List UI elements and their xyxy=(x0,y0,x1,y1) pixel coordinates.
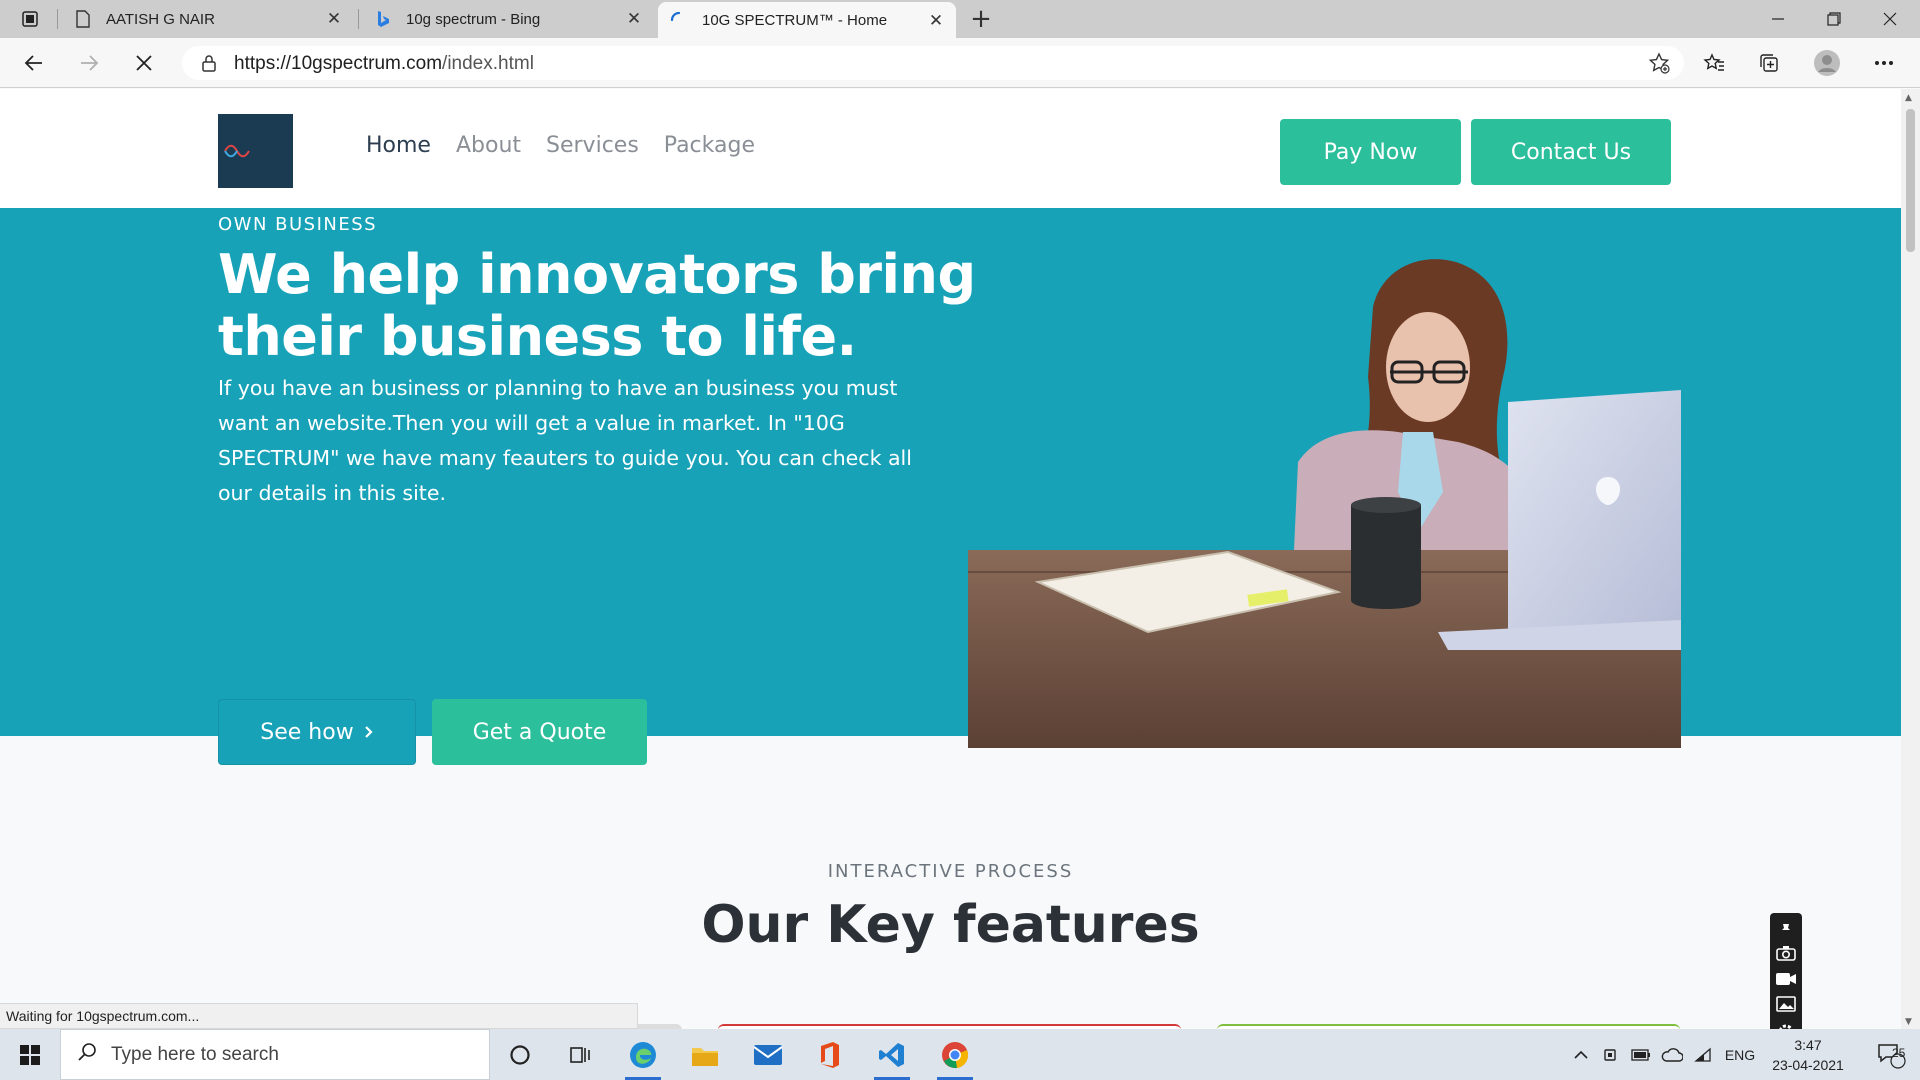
browser-toolbar: https://10gspectrum.com/index.html xyxy=(0,38,1920,88)
tab-aatish[interactable]: AATISH G NAIR ✕ xyxy=(62,0,354,38)
lock-icon[interactable] xyxy=(200,54,218,72)
windows-start-icon[interactable] xyxy=(0,1029,60,1080)
nav-package[interactable]: Package xyxy=(664,133,755,158)
onedrive-cloud-icon[interactable] xyxy=(1657,1029,1687,1080)
profile-avatar-icon[interactable] xyxy=(1811,47,1843,79)
page-scrollbar[interactable]: ▲ ▼ xyxy=(1901,89,1920,1029)
see-how-label: See how xyxy=(260,719,354,745)
address-bar[interactable]: https://10gspectrum.com/index.html xyxy=(182,46,1684,80)
nav-about[interactable]: About xyxy=(456,133,521,158)
battery-icon[interactable] xyxy=(1627,1029,1655,1080)
main-nav: Home About Services Package xyxy=(366,133,755,158)
tab-actions-icon[interactable] xyxy=(12,7,48,31)
clock-time: 3:47 xyxy=(1794,1037,1822,1053)
tab-10g-spectrum[interactable]: 10G SPECTRUM™ - Home ✕ xyxy=(658,2,956,38)
edge-browser-icon[interactable] xyxy=(613,1029,673,1080)
stop-loading-icon[interactable] xyxy=(128,47,160,79)
browser-tab-bar: AATISH G NAIR ✕ 10g spectrum - Bing ✕ 10… xyxy=(0,0,1920,38)
tab-title: AATISH G NAIR xyxy=(106,10,215,28)
collections-icon[interactable] xyxy=(1753,47,1785,79)
tab-bing[interactable]: 10g spectrum - Bing ✕ xyxy=(362,0,654,38)
video-icon[interactable] xyxy=(1775,971,1797,990)
close-window-icon[interactable] xyxy=(1862,0,1918,38)
gallery-icon[interactable] xyxy=(1776,996,1796,1016)
notification-count: 25 xyxy=(1892,1046,1906,1060)
scrollbar-thumb[interactable] xyxy=(1906,109,1915,252)
hero-eyebrow: OWN BUSINESS xyxy=(218,214,378,235)
favorites-icon[interactable] xyxy=(1698,47,1730,79)
restore-icon[interactable] xyxy=(1806,0,1862,38)
url-text: https://10gspectrum.com/index.html xyxy=(234,53,534,75)
features-eyebrow: INTERACTIVE PROCESS xyxy=(827,861,1074,882)
add-favorite-icon[interactable] xyxy=(1648,52,1670,74)
language-indicator[interactable]: ENG xyxy=(1720,1029,1760,1080)
action-center-icon[interactable]: 25 xyxy=(1862,1029,1920,1080)
pay-now-button[interactable]: Pay Now xyxy=(1280,119,1461,185)
system-clock[interactable]: 3:47 23-04-2021 xyxy=(1768,1035,1848,1075)
office-icon[interactable] xyxy=(800,1029,860,1080)
site-header: Home About Services Package Pay Now Cont… xyxy=(0,89,1901,208)
bing-icon xyxy=(374,10,392,28)
settings-more-icon[interactable] xyxy=(1868,47,1900,79)
pin-icon[interactable] xyxy=(1780,920,1792,939)
tab-separator xyxy=(57,9,58,29)
close-icon[interactable]: ✕ xyxy=(926,11,946,31)
hero-description: If you have an business or planning to h… xyxy=(218,376,912,505)
close-icon[interactable]: ✕ xyxy=(324,9,344,29)
show-hidden-icons-icon[interactable] xyxy=(1567,1029,1595,1080)
vscode-icon[interactable] xyxy=(862,1029,922,1080)
tab-title: 10G SPECTRUM™ - Home xyxy=(702,11,888,29)
forward-icon[interactable] xyxy=(73,47,105,79)
hero-image xyxy=(968,259,1681,748)
url-host: https://10gspectrum.com xyxy=(234,53,443,74)
file-explorer-icon[interactable] xyxy=(675,1029,735,1080)
contact-us-button[interactable]: Contact Us xyxy=(1471,119,1671,185)
windows-taskbar: Type here to search ENG 3:47 23-04-2021 xyxy=(0,1029,1920,1080)
mail-icon[interactable] xyxy=(738,1029,798,1080)
hero-title: We help innovators bring their business … xyxy=(218,243,976,368)
see-how-button[interactable]: See how xyxy=(218,699,416,765)
nav-services[interactable]: Services xyxy=(546,133,639,158)
features-title: Our Key features xyxy=(701,895,1200,955)
back-icon[interactable] xyxy=(18,47,50,79)
chevron-right-icon xyxy=(364,720,374,745)
close-icon[interactable]: ✕ xyxy=(624,9,644,29)
page-viewport: Home About Services Package Pay Now Cont… xyxy=(0,89,1901,1029)
get-quote-button[interactable]: Get a Quote xyxy=(432,699,647,765)
clock-date: 23-04-2021 xyxy=(1772,1057,1844,1073)
chrome-icon[interactable] xyxy=(925,1029,985,1080)
meet-now-icon[interactable] xyxy=(1597,1029,1625,1080)
scroll-up-icon[interactable]: ▲ xyxy=(1905,93,1912,103)
cortana-icon[interactable] xyxy=(490,1029,550,1080)
search-icon xyxy=(77,1042,97,1068)
browser-status-bubble: Waiting for 10gspectrum.com... xyxy=(0,1003,638,1029)
page-icon xyxy=(74,10,92,28)
tab-separator xyxy=(358,9,359,29)
taskbar-search-box[interactable]: Type here to search xyxy=(60,1029,490,1080)
site-logo[interactable] xyxy=(218,114,293,188)
tab-title: 10g spectrum - Bing xyxy=(406,10,541,28)
minimize-icon[interactable] xyxy=(1750,0,1806,38)
new-tab-icon[interactable]: + xyxy=(966,4,996,34)
taskbar-search-placeholder: Type here to search xyxy=(111,1043,279,1065)
task-view-icon[interactable] xyxy=(550,1029,610,1080)
camera-icon[interactable] xyxy=(1776,945,1796,965)
scroll-down-icon[interactable]: ▼ xyxy=(1905,1017,1912,1027)
nav-home[interactable]: Home xyxy=(366,133,431,158)
wifi-icon[interactable] xyxy=(1689,1029,1717,1080)
loading-icon xyxy=(670,11,688,29)
url-path: /index.html xyxy=(442,53,534,74)
